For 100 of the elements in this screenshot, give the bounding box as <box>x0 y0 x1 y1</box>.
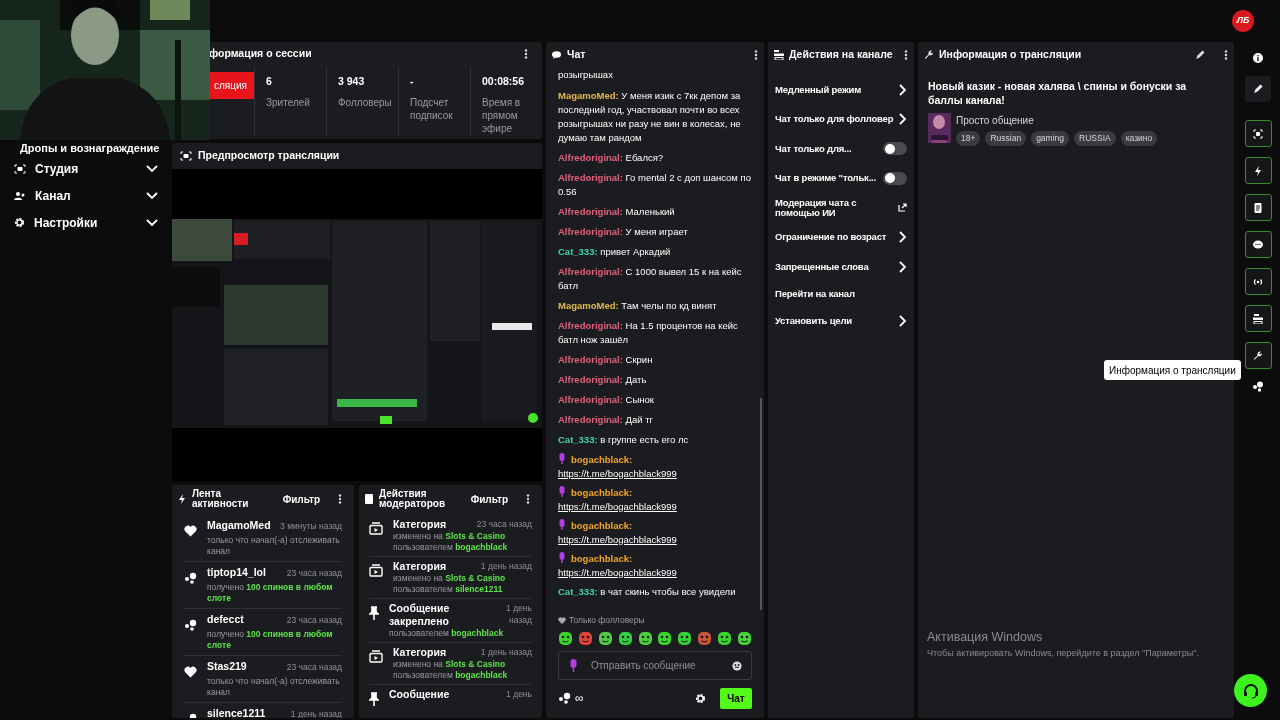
edit-icon[interactable] <box>1195 50 1205 60</box>
send-button[interactable]: Чат <box>720 687 752 709</box>
toggle-switch[interactable] <box>883 142 907 156</box>
emote-icon[interactable] <box>717 631 732 646</box>
chat-link[interactable]: https://t.me/bogachblack999 <box>558 564 752 580</box>
chat-message: Alfredoriginal: С 1000 вывел 15 к на кейс батл <box>558 265 743 293</box>
chat-message: MagamoMed: Там челы по кд винят <box>558 299 718 313</box>
menu-item[interactable]: Запрещенные слова <box>775 252 907 282</box>
headset-icon <box>1242 682 1259 699</box>
help-button[interactable] <box>1234 674 1267 707</box>
menu-item[interactable]: Модерация чата с помощью ИИ <box>775 193 907 223</box>
panel-title: Информация о трансляции <box>939 47 1083 63</box>
toggle-switch[interactable] <box>883 171 907 185</box>
tag[interactable]: gaming <box>1031 131 1070 146</box>
settings-icon[interactable] <box>695 692 706 704</box>
more-icon[interactable] <box>338 494 342 504</box>
more-icon[interactable] <box>524 49 528 60</box>
panel-toggle-button[interactable] <box>1244 231 1272 258</box>
emote-icon[interactable] <box>657 631 673 646</box>
panel-toggle-button[interactable] <box>1244 157 1272 184</box>
chevron-down-icon <box>146 191 158 200</box>
points-icon[interactable] <box>1252 381 1264 392</box>
tag[interactable]: 18+ <box>956 131 981 146</box>
panel-toggle-button[interactable] <box>1244 120 1272 147</box>
panel-toggle-button[interactable] <box>1244 268 1272 295</box>
chat-message: Alfredoriginal: Скрин <box>558 353 654 367</box>
heart-icon <box>184 666 197 678</box>
settings-icon[interactable] <box>14 217 25 228</box>
menu-item[interactable]: Перейти на канал <box>775 281 907 307</box>
tag[interactable]: Russian <box>985 131 1027 146</box>
sidebar-item[interactable]: Канал <box>0 182 172 209</box>
chat-message: Cat_333: в чат скинь чтобы все увидели <box>558 585 737 599</box>
message-input[interactable]: Отправить сообщение <box>558 651 752 680</box>
timestamp: 23 часа назад <box>286 661 342 674</box>
emote-icon[interactable] <box>597 631 613 646</box>
chat-username: bogachblack: <box>558 551 752 565</box>
chat-link[interactable]: https://t.me/bogachblack999 <box>558 498 752 514</box>
chat-message: Alfredoriginal: На 1.5 процентов на кейс батл нож зашёл <box>558 319 739 347</box>
more-icon[interactable] <box>754 50 758 60</box>
tag[interactable]: RUSSIA <box>1074 131 1116 146</box>
broadcast-icon <box>1253 276 1263 287</box>
item-title: Категория <box>393 646 446 659</box>
menu-item[interactable]: Установить цели <box>775 306 907 336</box>
heart-icon <box>184 525 197 537</box>
chat-message: MagamoMed: У меня изик с 7кк депом за последний год, участвовал почти во всех розыгрышах ни разу не вин в колесах, не думаю там рандом <box>558 89 742 145</box>
emote-icon[interactable] <box>677 631 693 646</box>
edit-button[interactable] <box>1245 76 1271 102</box>
sidebar-item[interactable]: Студия <box>0 155 172 182</box>
document-icon <box>1253 202 1263 213</box>
more-icon[interactable] <box>904 50 908 60</box>
chat-link[interactable]: https://t.me/bogachblack999 <box>558 465 752 481</box>
emote-icon[interactable] <box>617 631 633 646</box>
chevron-right-icon <box>899 113 907 126</box>
scrollbar[interactable] <box>760 398 762 610</box>
chat-username: bogachblack: <box>558 518 752 532</box>
emote-icon[interactable] <box>558 631 573 646</box>
emote-icon[interactable] <box>637 631 653 646</box>
filter-button[interactable]: Фильтр <box>470 491 508 507</box>
live-button[interactable]: сляция <box>207 72 254 100</box>
tag[interactable]: казино <box>1120 131 1158 146</box>
document-icon <box>365 494 373 504</box>
category-name: Просто общение <box>956 114 1035 128</box>
chat-link[interactable]: https://t.me/bogachblack999 <box>558 531 752 547</box>
username: tiptop14_lol <box>207 566 266 579</box>
panel-title: Действия на канале <box>789 47 894 63</box>
sidebar-item[interactable]: Дропы и вознаграждение <box>0 141 172 155</box>
panel-toggle-button[interactable] <box>1244 342 1272 369</box>
chat-message: Alfredoriginal: Го mental 2 с доп шансом по 0.56 <box>558 171 752 199</box>
emote-icon[interactable] <box>736 631 752 646</box>
item-title: Сообщение <box>389 688 450 701</box>
menu-item[interactable]: Ограничение по возраст <box>775 222 907 252</box>
points-balance: ∞ <box>575 690 585 707</box>
chevron-right-icon <box>899 260 907 273</box>
chat-message: Alfredoriginal: У меня играет <box>558 225 689 239</box>
external-link-icon <box>898 203 907 213</box>
menu-item[interactable]: Чат в режиме "тольк... <box>775 163 907 193</box>
item-description: изменено на Slots & Casino <box>393 659 507 670</box>
panel-title: Лента активности <box>192 489 250 509</box>
chat-bubble-icon <box>552 51 561 59</box>
item-description: только что начал(-а) отслеживать канал <box>207 535 341 557</box>
menu-item[interactable]: Чат только для фолловер <box>775 104 907 134</box>
stat-label: Зрителей <box>266 96 311 109</box>
menu-item[interactable]: Чат только для... <box>775 134 907 164</box>
timestamp: 1 день назад <box>505 602 532 626</box>
info-icon[interactable] <box>1253 53 1263 63</box>
panel-toggle-button[interactable] <box>1244 305 1272 332</box>
sidebar-item[interactable]: Настройки <box>0 209 172 236</box>
stat-label: Фолловеры <box>338 96 393 109</box>
emote-icon[interactable] <box>577 631 593 646</box>
filter-button[interactable]: Фильтр <box>282 491 320 507</box>
emoji-icon[interactable] <box>732 660 742 671</box>
more-icon[interactable] <box>526 494 530 504</box>
panel-toggle-button[interactable] <box>1244 194 1272 221</box>
stream-title: Новый казик - новая халява \ спины и бонуски за баллы канала! <box>928 79 1188 107</box>
chat-message: розыгрышах <box>558 68 614 82</box>
menu-item[interactable]: Медленный режим <box>775 75 907 105</box>
emote-icon[interactable] <box>697 631 713 646</box>
logo[interactable]: ЛБ <box>1232 10 1254 32</box>
screen-capture-icon <box>1253 128 1263 139</box>
more-icon[interactable] <box>1224 50 1228 60</box>
